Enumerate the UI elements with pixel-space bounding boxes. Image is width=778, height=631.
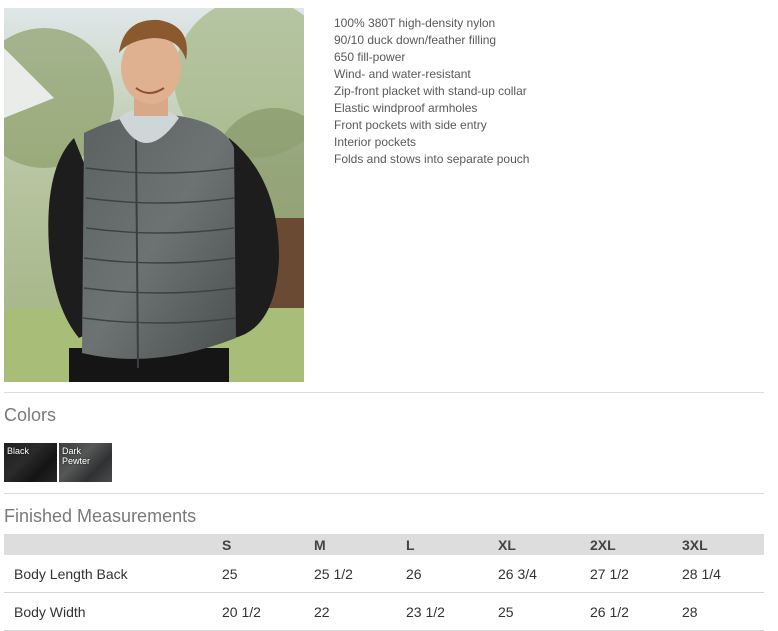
feature-item: Elastic windproof armholes: [334, 101, 478, 115]
size-header: XL: [498, 534, 590, 555]
table-cell: 28 1/4: [682, 555, 764, 593]
feature-item: Zip-front placket with stand-up collar: [334, 84, 527, 98]
size-header: M: [314, 534, 406, 555]
table-cell: 28: [682, 592, 764, 631]
size-header: S: [222, 534, 314, 555]
swatch-black[interactable]: Black: [4, 443, 57, 482]
table-cell: 26 3/4: [498, 555, 590, 593]
color-swatches: Black Dark Pewter: [4, 443, 112, 482]
feature-item: Interior pockets: [334, 135, 417, 149]
swatch-label: Dark Pewter: [62, 446, 91, 466]
table-cell: 20 1/2: [222, 592, 314, 631]
colors-heading: Colors: [4, 405, 57, 425]
table-cell: 25: [498, 592, 590, 631]
row-label: Body Width: [4, 592, 222, 631]
feature-item: Front pockets with side entry: [334, 118, 487, 132]
feature-item: 650 fill-power: [334, 50, 406, 64]
feature-item: Folds and stows into separate pouch: [334, 152, 530, 166]
size-header: L: [406, 534, 498, 555]
table-cell: 25 1/2: [314, 555, 406, 593]
divider: [4, 493, 764, 494]
table-cell: 27 1/2: [590, 555, 682, 593]
table-cell: 25: [222, 555, 314, 593]
feature-item: Wind- and water-resistant: [334, 67, 471, 81]
table-cell: 23 1/2: [406, 592, 498, 631]
feature-item: 90/10 duck down/feather filling: [334, 33, 497, 47]
table-row: Body Length Back 25 25 1/2 26 26 3/4 27 …: [4, 555, 764, 593]
size-header: 2XL: [590, 534, 682, 555]
measurements-table: S M L XL 2XL 3XL Body Length Back 25 25 …: [4, 534, 764, 631]
vest-model-image: [4, 8, 304, 382]
table-row: Body Width 20 1/2 22 23 1/2 25 26 1/2 28: [4, 592, 764, 631]
feature-list: 100% 380T high-density nylon 90/10 duck …: [334, 15, 529, 168]
table-cell: 22: [314, 592, 406, 631]
swatch-label: Black: [7, 446, 30, 456]
table-cell: 26 1/2: [590, 592, 682, 631]
divider: [4, 392, 764, 393]
row-label: Body Length Back: [4, 555, 222, 593]
feature-item: 100% 380T high-density nylon: [334, 16, 496, 30]
product-photo: [4, 8, 304, 382]
size-header: 3XL: [682, 534, 764, 555]
swatch-dark-pewter[interactable]: Dark Pewter: [59, 443, 112, 482]
header-blank: [4, 534, 222, 555]
table-cell: 26: [406, 555, 498, 593]
table-header-row: S M L XL 2XL 3XL: [4, 534, 764, 555]
measurements-heading: Finished Measurements: [4, 506, 197, 526]
